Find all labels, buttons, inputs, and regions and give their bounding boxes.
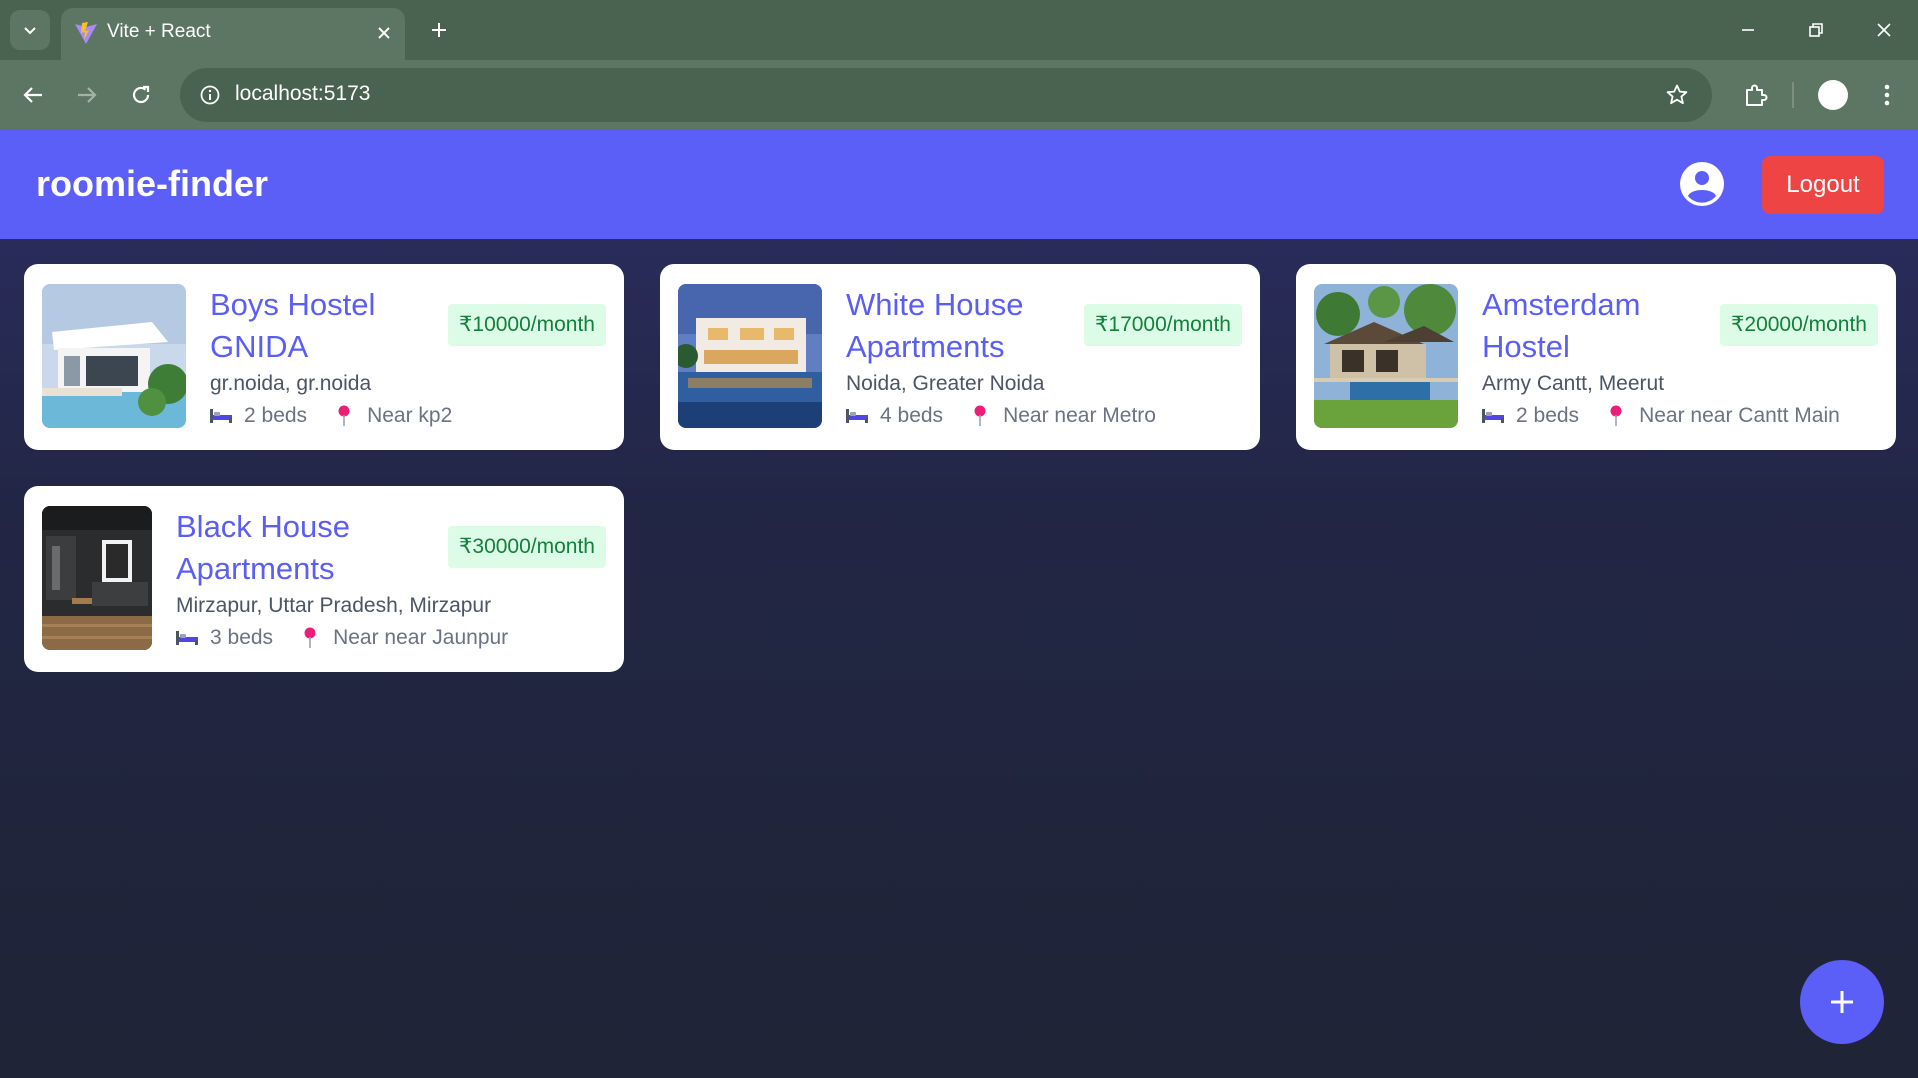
forward-button[interactable] [66,74,108,116]
url-text: localhost:5173 [235,82,371,105]
listing-details: Boys Hostel GNIDA ₹10000/month gr.noida,… [210,284,606,428]
bed-icon [1482,409,1504,423]
info-icon [200,85,220,105]
price-badge: ₹10000/month [448,304,606,346]
bed-icon [210,409,232,423]
star-icon [1666,84,1688,105]
bed-icon [846,409,868,423]
plus-icon [1831,991,1853,1013]
listing-card[interactable]: Boys Hostel GNIDA ₹10000/month gr.noida,… [24,264,624,450]
listing-photo [42,284,186,428]
back-button[interactable] [12,74,54,116]
price-badge: ₹30000/month [448,526,606,568]
browser-tab[interactable]: Vite + React [61,8,405,60]
listings-grid: Boys Hostel GNIDA ₹10000/month gr.noida,… [24,264,1896,672]
site-info-button[interactable] [192,77,228,113]
listing-title[interactable]: Boys Hostel GNIDA [210,284,430,368]
nearby-landmark: Near kp2 [367,404,453,427]
listing-card[interactable]: White House Apartments ₹17000/month Noid… [660,264,1260,450]
browser-toolbar: localhost:5173 [0,60,1918,130]
location-pin-icon [1610,405,1622,426]
listing-card[interactable]: Amsterdam Hostel ₹20000/month Army Cantt… [1296,264,1896,450]
nearby-landmark: Near near Metro [1003,404,1156,427]
browser-menu-button[interactable] [1866,74,1908,116]
listing-details: Amsterdam Hostel ₹20000/month Army Cantt… [1482,284,1878,428]
plus-icon [432,23,446,37]
nearby-landmark: Near near Jaunpur [333,626,509,649]
tab-title: Vite + React [107,21,211,42]
tab-close-button[interactable] [371,20,397,46]
minimize-icon [1742,29,1754,31]
address-bar[interactable]: localhost:5173 [180,68,1712,122]
beds-count: 3 beds [210,626,274,649]
profile-button[interactable] [1812,74,1854,116]
avatar [1818,80,1848,110]
price-badge: ₹17000/month [1084,304,1242,346]
tab-list-button[interactable] [10,10,50,50]
listing-meta: 3 beds Near near Jaunpur [176,626,606,650]
listing-address: gr.noida, gr.noida [210,372,372,395]
listing-title[interactable]: Amsterdam Hostel [1482,284,1702,368]
listing-address: Mirzapur, Uttar Pradesh, Mirzapur [176,594,492,617]
listing-photo [678,284,822,428]
browser-tab-bar: Vite + React [0,0,1918,60]
app-header: roomie-finder Logout [0,130,1918,239]
new-tab-button[interactable] [422,13,456,47]
listing-details: Black House Apartments ₹30000/month Mirz… [176,506,606,650]
nearby-landmark: Near near Cantt Main [1639,404,1840,427]
location-pin-icon [974,405,986,426]
app-viewport: roomie-finder Logout Boys Hostel GNIDA ₹… [0,130,1918,1078]
listing-card[interactable]: Black House Apartments ₹30000/month Mirz… [24,486,624,672]
beds-count: 2 beds [244,404,308,427]
toolbar-divider [1792,82,1794,108]
extensions-button[interactable] [1734,74,1776,116]
listing-title[interactable]: Black House Apartments [176,506,396,590]
location-pin-icon [304,627,316,648]
brand-logo[interactable]: roomie-finder [36,163,268,205]
listing-photo [1314,284,1458,428]
reload-button[interactable] [120,74,162,116]
listing-photo [42,506,152,650]
minimize-button[interactable] [1722,10,1774,50]
listing-meta: 2 beds Near kp2 [210,404,606,428]
more-vertical-icon [1884,84,1890,106]
close-icon [378,27,390,39]
bookmark-button[interactable] [1660,78,1694,112]
beds-count: 2 beds [1516,404,1580,427]
arrow-left-icon [23,87,42,103]
chevron-down-icon [24,27,36,35]
listing-meta: 4 beds Near near Metro [846,404,1242,428]
puzzle-icon [1746,84,1768,106]
vite-logo-icon [75,22,97,44]
close-icon [1877,23,1891,37]
price-badge: ₹20000/month [1720,304,1878,346]
listing-address: Army Cantt, Meerut [1482,372,1665,395]
add-listing-button[interactable] [1800,960,1884,1044]
reload-icon [132,85,150,104]
arrow-right-icon [78,87,97,103]
user-profile-icon[interactable] [1679,161,1725,207]
listing-details: White House Apartments ₹17000/month Noid… [846,284,1242,428]
listing-title[interactable]: White House Apartments [846,284,1066,368]
beds-count: 4 beds [880,404,944,427]
logout-button[interactable]: Logout [1762,156,1884,214]
location-pin-icon [338,405,350,426]
restore-icon [1809,23,1823,37]
bed-icon [176,631,198,645]
restore-button[interactable] [1790,10,1842,50]
listing-meta: 2 beds Near near Cantt Main [1482,404,1878,428]
listing-address: Noida, Greater Noida [846,372,1045,395]
window-close-button[interactable] [1858,10,1910,50]
